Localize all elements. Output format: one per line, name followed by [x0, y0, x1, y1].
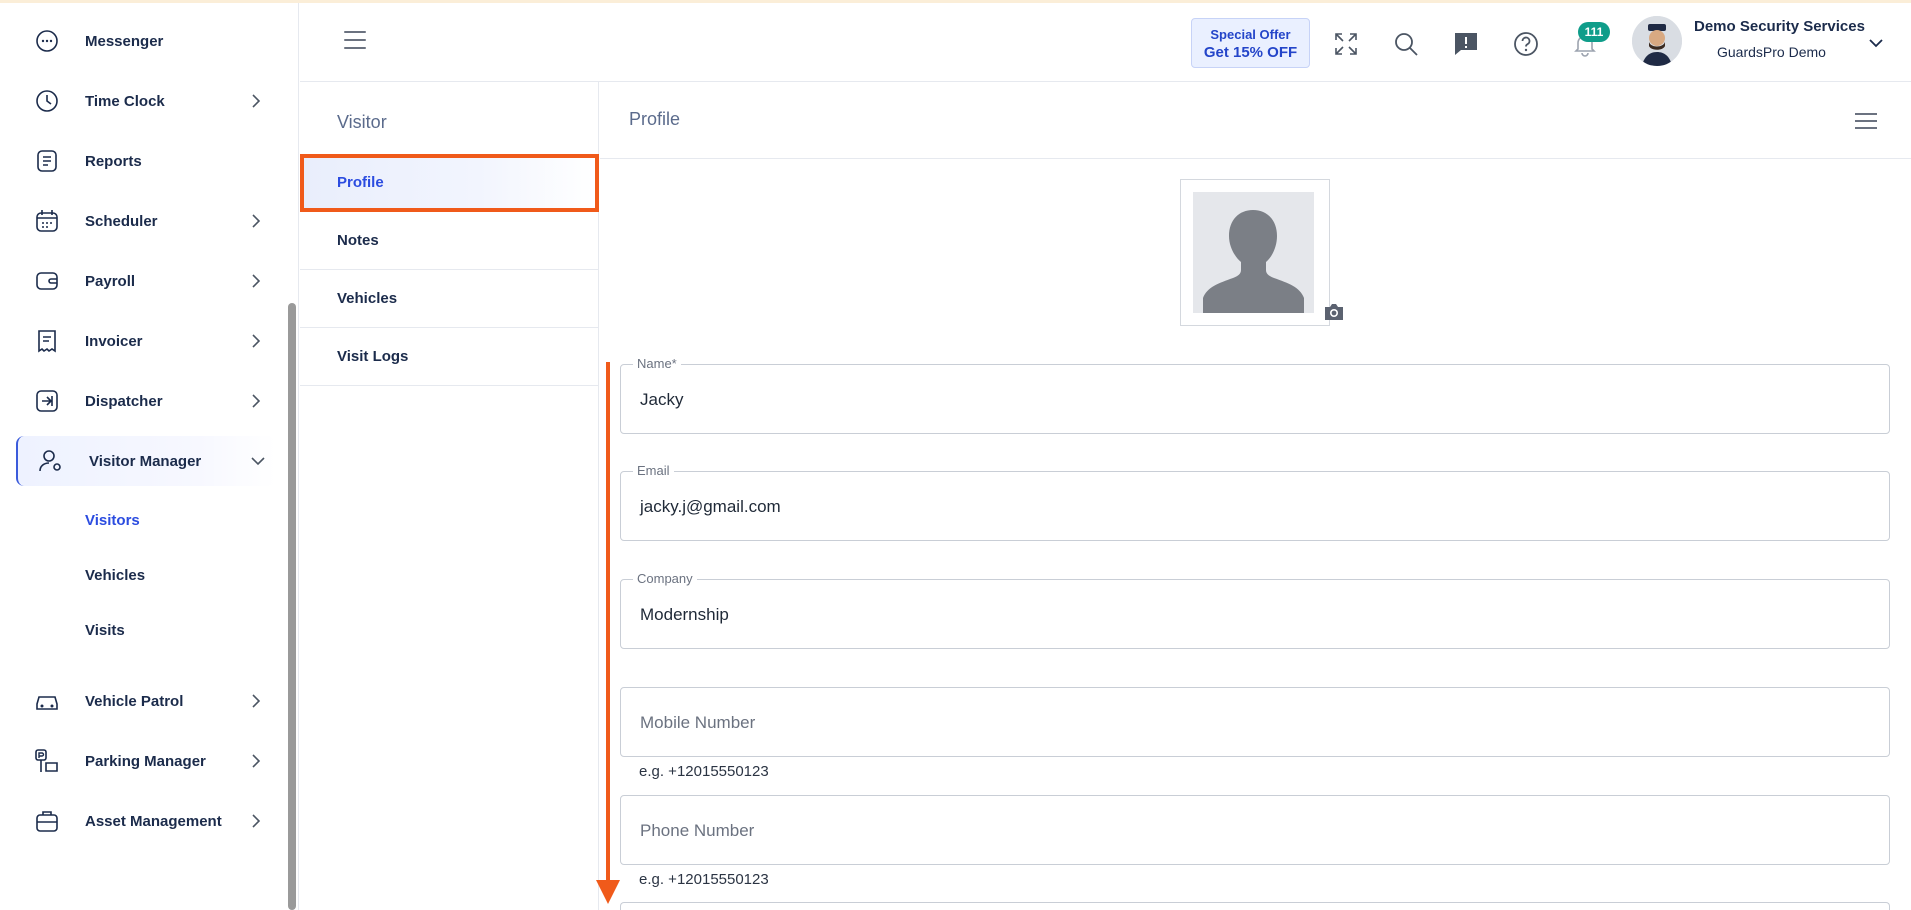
field-label: Email [633, 463, 674, 478]
wallet-icon [34, 268, 60, 294]
sidebar-item-label: Parking Manager [85, 752, 206, 770]
user-organization: GuardsPro Demo [1717, 44, 1826, 60]
sidebar-item-label: Payroll [85, 272, 136, 290]
calendar-icon [34, 208, 60, 234]
chevron-right-icon [246, 91, 266, 111]
chevron-right-icon [246, 691, 266, 711]
offer-discount: Get 15% OFF [1203, 44, 1298, 61]
camera-icon[interactable] [1323, 302, 1345, 322]
user-gear-icon [38, 448, 64, 474]
subnav-item-notes[interactable]: Notes [300, 212, 599, 270]
offer-title: Special Offer [1210, 27, 1291, 42]
subnav-item-label: Vehicles [337, 290, 398, 307]
scroll-down-arrow-line [606, 362, 610, 882]
help-icon[interactable] [1512, 30, 1540, 58]
search-icon[interactable] [1392, 30, 1420, 58]
top-header: Special Offer Get 15% OFF 111 Demo Secur… [300, 3, 1911, 82]
receipt-icon [34, 328, 60, 354]
avatar[interactable] [1632, 16, 1682, 66]
sidebar-item-label: Visitor Manager [89, 452, 202, 470]
phone-hint: e.g. +12015550123 [639, 871, 769, 888]
sidebar-item-scheduler[interactable]: Scheduler [16, 196, 276, 246]
field-value: jacky.j@gmail.com [640, 497, 781, 516]
chevron-right-icon [246, 751, 266, 771]
field-label: Name* [633, 356, 681, 371]
sidebar-item-time-clock[interactable]: Time Clock [16, 76, 276, 126]
briefcase-icon [34, 808, 60, 834]
sidebar-item-reports[interactable]: Reports [16, 136, 276, 186]
chat-bubble-icon [34, 28, 60, 54]
sidebar-item-parking-manager[interactable]: Parking Manager [16, 736, 276, 786]
sidebar-item-asset-management[interactable]: Asset Management [16, 796, 276, 846]
profile-photo-frame[interactable] [1180, 179, 1330, 326]
parking-icon [34, 748, 60, 774]
notification-badge: 111 [1578, 22, 1610, 42]
visitor-subnav: Visitor Profile Notes Vehicles Visit Log… [300, 82, 599, 910]
avatar-placeholder-icon [1193, 192, 1314, 313]
subnav-item-label: Profile [337, 174, 384, 191]
arrow-down-icon [596, 880, 620, 904]
panel-menu-button[interactable] [1855, 113, 1877, 129]
sidebar-item-label: Time Clock [85, 92, 165, 110]
sidebar-item-label: Reports [85, 152, 142, 170]
subnav-item-vehicles[interactable]: Vehicles [300, 270, 599, 328]
chevron-down-icon [248, 451, 268, 471]
name-field[interactable]: Name* Jacky [620, 356, 1890, 434]
chevron-right-icon [246, 811, 266, 831]
feedback-icon[interactable] [1452, 30, 1480, 58]
chevron-right-icon [246, 211, 266, 231]
field-value: Modernship [640, 605, 729, 624]
subnav-item-label: Notes [337, 232, 379, 249]
email-field[interactable]: Email jacky.j@gmail.com [620, 463, 1890, 541]
dispatch-icon [34, 388, 60, 414]
sidebar-item-messenger[interactable]: Messenger [16, 16, 276, 66]
page-title: Profile [629, 109, 681, 129]
sidebar-item-visitor-manager[interactable]: Visitor Manager [16, 436, 276, 486]
sidebar: Messenger Time Clock Reports Scheduler P… [0, 3, 299, 910]
sidebar-item-label: Scheduler [85, 212, 158, 230]
sidebar-item-label: Invoicer [85, 332, 143, 350]
field-placeholder: Phone Number [640, 821, 755, 840]
sidebar-item-dispatcher[interactable]: Dispatcher [16, 376, 276, 426]
field-value: Jacky [640, 390, 684, 409]
sidebar-item-label: Messenger [85, 32, 164, 50]
chevron-right-icon [246, 391, 266, 411]
chevron-right-icon [246, 331, 266, 351]
subnav-title: Visitor [337, 112, 387, 132]
sidebar-item-vehicle-patrol[interactable]: Vehicle Patrol [16, 676, 276, 726]
sidebar-subitem-visits[interactable]: Visits [85, 622, 125, 639]
subnav-item-profile[interactable]: Profile [300, 154, 599, 212]
sidebar-subitem-vehicles[interactable]: Vehicles [85, 567, 145, 584]
company-field[interactable]: Company Modernship [620, 571, 1890, 649]
sidebar-subitem-visitors[interactable]: Visitors [85, 512, 140, 529]
clock-icon [34, 88, 60, 114]
fullscreen-icon[interactable] [1332, 30, 1360, 58]
sidebar-scrollbar[interactable] [288, 303, 296, 910]
sidebar-item-label: Asset Management [85, 812, 222, 830]
chevron-down-icon[interactable] [1866, 33, 1886, 53]
special-offer-button[interactable]: Special Offer Get 15% OFF [1191, 18, 1310, 68]
mobile-number-field[interactable]: Mobile Number [620, 687, 1890, 757]
subnav-item-label: Visit Logs [337, 348, 409, 365]
panel-header: Profile [600, 82, 1911, 159]
chevron-right-icon [246, 271, 266, 291]
field-placeholder: Mobile Number [640, 713, 756, 732]
field-label: Company [633, 571, 697, 586]
sidebar-item-label: Dispatcher [85, 392, 163, 410]
next-field[interactable] [620, 902, 1890, 910]
phone-number-field[interactable]: Phone Number [620, 795, 1890, 865]
car-icon [34, 688, 60, 714]
menu-toggle-button[interactable] [344, 31, 366, 49]
report-icon [34, 148, 60, 174]
sidebar-item-label: Vehicle Patrol [85, 692, 184, 710]
subnav-item-visit-logs[interactable]: Visit Logs [300, 328, 599, 386]
user-name: Demo Security Services [1694, 18, 1865, 35]
sidebar-item-invoicer[interactable]: Invoicer [16, 316, 276, 366]
profile-panel: Profile Name* Jacky Email jacky.j@gmail.… [600, 82, 1911, 910]
sidebar-item-payroll[interactable]: Payroll [16, 256, 276, 306]
mobile-hint: e.g. +12015550123 [639, 763, 769, 780]
